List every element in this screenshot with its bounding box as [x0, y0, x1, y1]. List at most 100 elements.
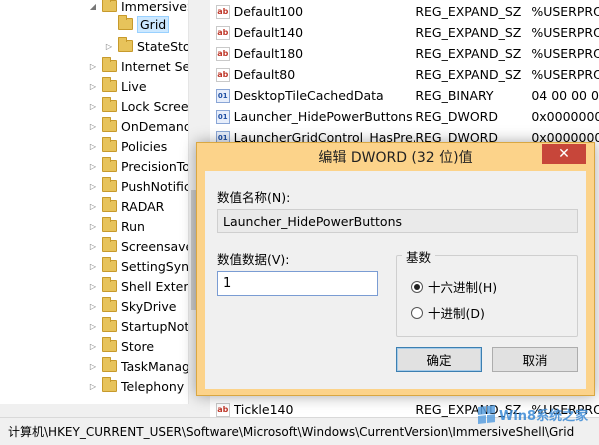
- chevron-right-icon[interactable]: ▷: [88, 161, 98, 171]
- chevron-right-icon[interactable]: ▷: [88, 281, 98, 291]
- tree-item[interactable]: ▷ Telephony: [88, 376, 184, 396]
- tree-item[interactable]: ▷ StartupNot: [88, 316, 188, 336]
- binary-value-icon: 01: [216, 109, 230, 124]
- tree-item-label: Shell Extens: [121, 278, 188, 294]
- tree-item-label: Grid: [137, 15, 170, 33]
- watermark: Win8系统之家: [478, 404, 588, 424]
- value-row[interactable]: ab Default180 REG_EXPAND_SZ %USERPRO: [210, 43, 599, 64]
- folder-icon: [102, 97, 117, 112]
- value-row[interactable]: ab Default140 REG_EXPAND_SZ %USERPRO: [210, 22, 599, 43]
- chevron-down-icon[interactable]: ◢: [88, 1, 98, 11]
- chevron-right-icon[interactable]: ▷: [88, 121, 98, 131]
- ok-button-label: 确定: [426, 353, 452, 368]
- tree-item[interactable]: ▷ Screensave: [88, 236, 188, 256]
- tree-item-statestore[interactable]: ▷ StateSto: [104, 36, 188, 56]
- dialog-title: 编辑 DWORD (32 位)值: [318, 149, 473, 166]
- value-type: REG_BINARY: [415, 88, 494, 103]
- base-groupbox: [396, 255, 578, 337]
- registry-path: 计算机\HKEY_CURRENT_USER\Software\Microsoft…: [8, 425, 575, 439]
- chevron-right-icon[interactable]: ▷: [88, 101, 98, 111]
- string-value-icon: ab: [216, 4, 230, 19]
- tree-item-label: StateSto: [137, 38, 188, 54]
- radio-selected-icon[interactable]: [411, 280, 423, 293]
- folder-icon: [102, 197, 117, 212]
- tree-item[interactable]: ▷ Policies: [88, 136, 167, 156]
- string-value-icon: ab: [216, 25, 230, 40]
- chevron-right-icon[interactable]: ▷: [88, 261, 98, 271]
- folder-icon: [102, 137, 117, 152]
- folder-icon: [102, 157, 117, 172]
- cancel-button-label: 取消: [522, 353, 548, 368]
- folder-icon: [102, 237, 117, 252]
- tree-item[interactable]: ▷ PushNotific: [88, 176, 188, 196]
- value-data: 0x0000000: [531, 109, 599, 124]
- chevron-right-icon[interactable]: ▷: [88, 341, 98, 351]
- value-type: REG_EXPAND_SZ: [415, 67, 522, 82]
- folder-icon: [102, 117, 117, 132]
- chevron-right-icon[interactable]: ▷: [88, 201, 98, 211]
- tree-item-label: SkyDrive: [121, 298, 177, 314]
- chevron-right-icon[interactable]: ▷: [88, 361, 98, 371]
- value-data-text: 1: [223, 276, 232, 291]
- folder-icon: [102, 317, 117, 332]
- folder-icon: [102, 277, 117, 292]
- value-row[interactable]: 01 Launcher_HidePowerButtons REG_DWORD 0…: [210, 106, 599, 127]
- tree-item[interactable]: ▷ PrecisionTo: [88, 156, 188, 176]
- chevron-right-icon[interactable]: ▷: [88, 221, 98, 231]
- tree-item[interactable]: ▷ SkyDrive: [88, 296, 176, 316]
- value-data: 04 00 00 0: [531, 88, 599, 103]
- base-group-label: 基数: [402, 247, 436, 266]
- tree-item[interactable]: ▷ Internet Se: [88, 56, 188, 76]
- chevron-right-icon[interactable]: ▷: [88, 321, 98, 331]
- radio-unselected-icon[interactable]: [411, 306, 423, 319]
- chevron-right-icon[interactable]: ▷: [88, 181, 98, 191]
- ok-button[interactable]: 确定: [396, 347, 482, 372]
- tree-item-grid[interactable]: Grid: [104, 14, 170, 34]
- folder-icon: [102, 217, 117, 232]
- radio-decimal[interactable]: 十进制(D): [411, 303, 485, 322]
- tree-item-label: PushNotific: [121, 178, 188, 194]
- tree-item[interactable]: ▷ SettingSync: [88, 256, 188, 276]
- chevron-right-icon[interactable]: ▷: [88, 141, 98, 151]
- tree-horizontal-scrollbar[interactable]: [0, 404, 205, 417]
- tree-item-label: Run: [121, 218, 145, 234]
- folder-icon: [102, 337, 117, 352]
- radio-hexadecimal[interactable]: 十六进制(H): [411, 277, 497, 296]
- folder-icon: [118, 15, 133, 30]
- value-name-field: Launcher_HidePowerButtons: [217, 209, 578, 233]
- tree-item[interactable]: ▷ Lock Scree: [88, 96, 188, 116]
- binary-value-icon: 01: [216, 88, 230, 103]
- value-name: DesktopTileCachedData: [233, 88, 384, 103]
- tree-item[interactable]: ▷ Shell Extens: [88, 276, 188, 296]
- string-value-icon: ab: [216, 46, 230, 61]
- tree-item[interactable]: ▷ Store: [88, 336, 154, 356]
- value-row[interactable]: ab Default80 REG_EXPAND_SZ %USERPRO: [210, 64, 599, 85]
- registry-tree[interactable]: ◢ ImmersiveS Grid ▷ StateSto ▷ Internet …: [0, 0, 188, 404]
- chevron-right-icon[interactable]: ▷: [104, 41, 114, 51]
- tree-item-label: ImmersiveS: [121, 0, 188, 14]
- value-data-input[interactable]: 1: [217, 271, 378, 296]
- value-data: %USERPRO: [531, 67, 599, 82]
- tree-item[interactable]: ▷ RADAR: [88, 196, 164, 216]
- tree-item[interactable]: ▷ Live: [88, 76, 147, 96]
- tree-item[interactable]: ▷ TaskManag: [88, 356, 188, 376]
- chevron-right-icon[interactable]: ▷: [88, 381, 98, 391]
- tree-item-label: Telephony: [121, 378, 185, 394]
- folder-icon: [102, 177, 117, 192]
- folder-icon: [102, 77, 117, 92]
- value-row[interactable]: ab Default100 REG_EXPAND_SZ %USERPRO: [210, 1, 599, 22]
- chevron-right-icon[interactable]: ▷: [88, 81, 98, 91]
- tree-item[interactable]: ▷ Run: [88, 216, 145, 236]
- tree-item-label: Live: [121, 78, 147, 94]
- chevron-right-icon[interactable]: ▷: [88, 241, 98, 251]
- folder-icon: [118, 37, 133, 52]
- value-row[interactable]: 01 DesktopTileCachedData REG_BINARY 04 0…: [210, 85, 599, 106]
- tree-item-label: RADAR: [121, 198, 165, 214]
- value-data-label: 数值数据(V):: [217, 252, 290, 267]
- folder-icon: [102, 0, 117, 12]
- chevron-right-icon[interactable]: ▷: [88, 61, 98, 71]
- cancel-button[interactable]: 取消: [492, 347, 578, 372]
- tree-item[interactable]: ▷ OnDemand: [88, 116, 188, 136]
- chevron-right-icon[interactable]: ▷: [88, 301, 98, 311]
- close-button[interactable]: ✕: [542, 144, 586, 164]
